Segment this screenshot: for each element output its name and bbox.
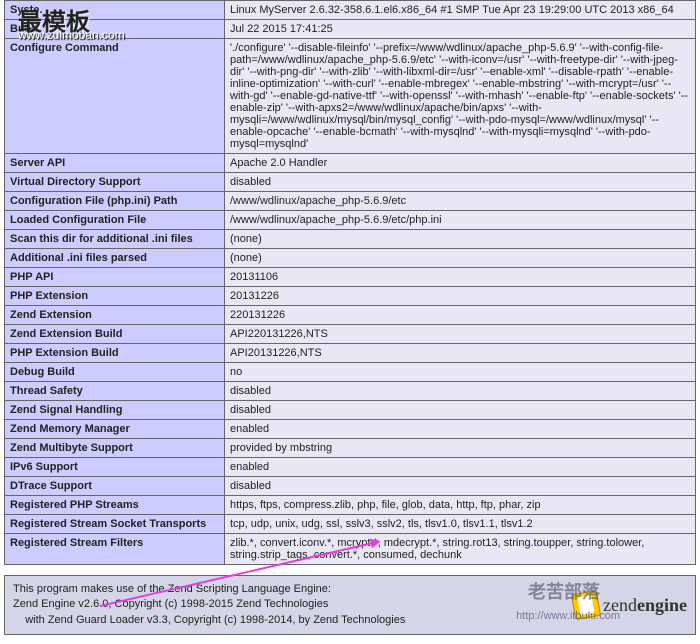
table-row: Server APIApache 2.0 Handler [5,154,696,173]
row-label: Server API [5,154,225,173]
table-row: Syste.Linux MyServer 2.6.32-358.6.1.el6.… [5,1,696,20]
row-label: PHP API [5,268,225,287]
row-value: API220131226,NTS [225,325,696,344]
table-row: Zend Extension BuildAPI220131226,NTS [5,325,696,344]
row-label: Configure Command [5,39,225,154]
row-value: tcp, udp, unix, udg, ssl, sslv3, sslv2, … [225,515,696,534]
row-value: provided by mbstring [225,439,696,458]
row-label: Thread Safety [5,382,225,401]
row-value: disabled [225,477,696,496]
table-row: Zend Multibyte Supportprovided by mbstri… [5,439,696,458]
row-value: 20131106 [225,268,696,287]
row-label: Zend Extension Build [5,325,225,344]
row-value: Jul 22 2015 17:41:25 [225,20,696,39]
row-label: PHP Extension [5,287,225,306]
row-label: Zend Extension [5,306,225,325]
row-value: Apache 2.0 Handler [225,154,696,173]
row-value: './configure' '--disable-fileinfo' '--pr… [225,39,696,154]
table-row: Configure Command'./configure' '--disabl… [5,39,696,154]
table-row: Configuration File (php.ini) Path/www/wd… [5,192,696,211]
table-row: Registered Stream Socket Transportstcp, … [5,515,696,534]
table-row: Additional .ini files parsed(none) [5,249,696,268]
zend-line1: This program makes use of the Zend Scrip… [13,582,405,597]
row-label: PHP Extension Build [5,344,225,363]
row-value: https, ftps, compress.zlib, php, file, g… [225,496,696,515]
row-label: Registered Stream Socket Transports [5,515,225,534]
row-label: Zend Multibyte Support [5,439,225,458]
row-label: Zend Signal Handling [5,401,225,420]
table-row: Virtual Directory Supportdisabled [5,173,696,192]
row-value: /www/wdlinux/apache_php-5.6.9/etc [225,192,696,211]
row-label: Registered PHP Streams [5,496,225,515]
table-row: Debug Buildno [5,363,696,382]
table-row: PHP API20131106 [5,268,696,287]
row-value: disabled [225,173,696,192]
row-value: disabled [225,401,696,420]
watermark-right-url: http://www.itbulu.com [516,610,620,622]
table-row: Registered PHP Streamshttps, ftps, compr… [5,496,696,515]
row-label: Debug Build [5,363,225,382]
row-label: Registered Stream Filters [5,534,225,565]
table-row: Zend Memory Managerenabled [5,420,696,439]
row-label: Additional .ini files parsed [5,249,225,268]
table-row: DTrace Supportdisabled [5,477,696,496]
row-label: Configuration File (php.ini) Path [5,192,225,211]
row-value: (none) [225,230,696,249]
row-value: (none) [225,249,696,268]
table-row: Loaded Configuration File/www/wdlinux/ap… [5,211,696,230]
watermark-right-title: 老苦部落 [528,578,600,604]
table-row: PHP Extension20131226 [5,287,696,306]
phpinfo-table: Syste.Linux MyServer 2.6.32-358.6.1.el6.… [4,0,696,565]
zend-line2: Zend Engine v2.6.0, Copyright (c) 1998-2… [13,597,405,612]
row-label: Virtual Directory Support [5,173,225,192]
table-row: Zend Signal Handlingdisabled [5,401,696,420]
zend-credits: This program makes use of the Zend Scrip… [13,582,405,628]
row-value: 20131226 [225,287,696,306]
row-value: no [225,363,696,382]
row-value: enabled [225,458,696,477]
row-value: disabled [225,382,696,401]
row-value: API20131226,NTS [225,344,696,363]
row-label: IPv6 Support [5,458,225,477]
table-row: Scan this dir for additional .ini files(… [5,230,696,249]
row-label: Loaded Configuration File [5,211,225,230]
watermark-url: www.zuimoban.com [18,28,125,42]
row-label: DTrace Support [5,477,225,496]
table-row: IPv6 Supportenabled [5,458,696,477]
row-value: 220131226 [225,306,696,325]
row-label: Scan this dir for additional .ini files [5,230,225,249]
row-value: enabled [225,420,696,439]
table-row: Thread Safetydisabled [5,382,696,401]
row-value: /www/wdlinux/apache_php-5.6.9/etc/php.in… [225,211,696,230]
zend-line3: with Zend Guard Loader v3.3, Copyright (… [13,613,405,628]
row-value: Linux MyServer 2.6.32-358.6.1.el6.x86_64… [225,1,696,20]
table-row: PHP Extension BuildAPI20131226,NTS [5,344,696,363]
zend-logo-text-bold: engine [637,595,687,615]
table-row: Zend Extension220131226 [5,306,696,325]
row-label: Zend Memory Manager [5,420,225,439]
